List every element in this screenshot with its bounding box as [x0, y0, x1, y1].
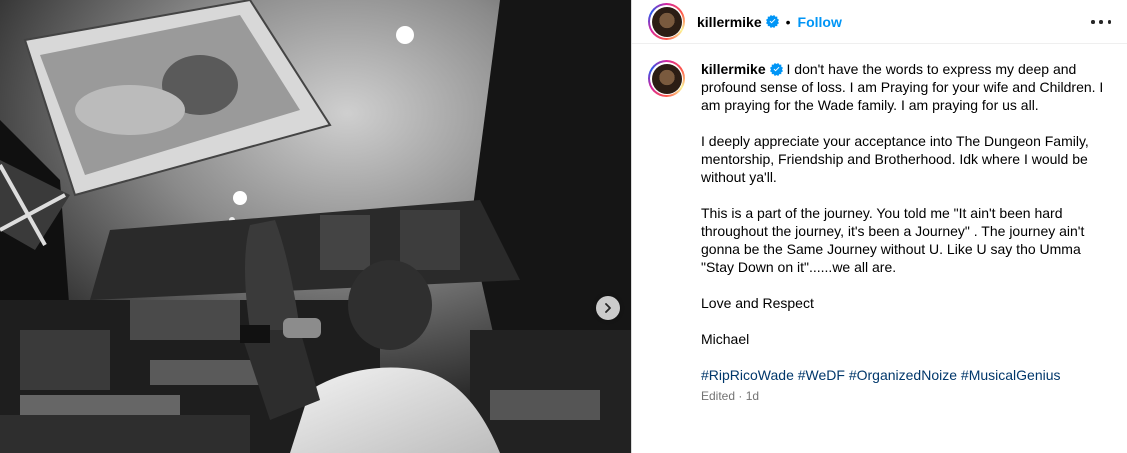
more-dot	[1099, 20, 1103, 24]
hashtag-link[interactable]: #OrganizedNoize	[849, 367, 957, 383]
hashtag-link[interactable]: #MusicalGenius	[961, 367, 1061, 383]
avatar-inner	[650, 62, 683, 95]
caption-text-2: I deeply appreciate your acceptance into…	[701, 133, 1089, 185]
caption-text-5: Michael	[701, 331, 750, 347]
hashtag-link[interactable]: #WeDF	[798, 367, 845, 383]
studio-photo	[0, 0, 631, 453]
caption-text-4: Love and Respect	[701, 295, 814, 311]
post-sidebar: killermike • Follow killermike I don't h…	[631, 0, 1127, 453]
header-separator: •	[785, 13, 791, 30]
more-dot	[1091, 20, 1095, 24]
avatar-image	[651, 63, 682, 94]
follow-button[interactable]: Follow	[798, 14, 842, 30]
post-caption: killermike I don't have the words to exp…	[632, 44, 1127, 404]
next-slide-button[interactable]	[596, 296, 620, 320]
verified-badge-icon	[765, 15, 779, 28]
caption-body: killermike I don't have the words to exp…	[701, 60, 1111, 404]
post-meta: Edited · 1d	[701, 389, 760, 403]
caption-username[interactable]: killermike	[701, 61, 766, 77]
instagram-post: killermike • Follow killermike I don't h…	[0, 0, 1127, 453]
verified-badge-icon	[769, 63, 783, 76]
header-username[interactable]: killermike	[697, 14, 762, 30]
caption-text-3: This is a part of the journey. You told …	[701, 205, 1085, 275]
more-dot	[1107, 20, 1111, 24]
avatar-inner	[650, 5, 683, 38]
hashtag-link[interactable]: #RipRicoWade	[701, 367, 794, 383]
caption-paragraph: killermike I don't have the words to exp…	[701, 60, 1111, 114]
chevron-right-icon	[605, 303, 611, 313]
header-avatar[interactable]	[648, 3, 685, 40]
post-header: killermike • Follow	[632, 0, 1127, 44]
post-photo[interactable]	[0, 0, 631, 453]
hashtag-line: #RipRicoWade #WeDF #OrganizedNoize #Musi…	[701, 366, 1111, 384]
caption-avatar[interactable]	[648, 60, 685, 97]
avatar-image	[651, 6, 682, 37]
more-horizontal-icon[interactable]	[1091, 14, 1111, 30]
